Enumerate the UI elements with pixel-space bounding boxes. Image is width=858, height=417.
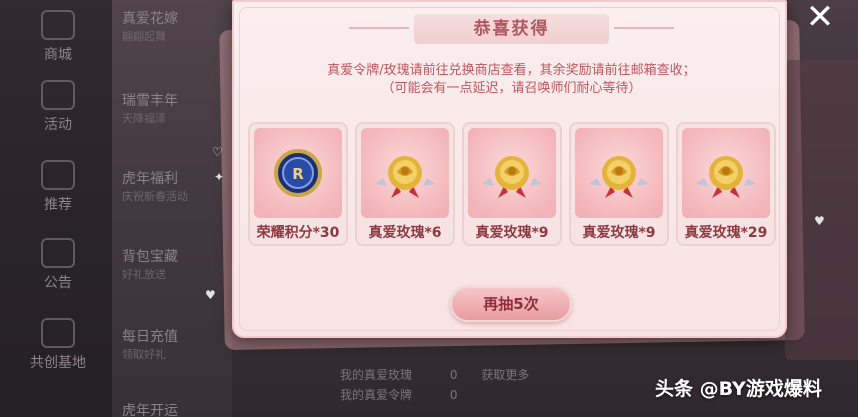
nav-item-co-create: 共创基地: [18, 318, 98, 372]
list-item: 每日充值 领取好礼: [122, 328, 227, 364]
bottom-row-label: 我的真爱令牌: [340, 388, 413, 402]
reward-list: R 荣耀积分*30 真爱玫瑰*6 真爱玫瑰*9 真爱玫瑰*9 真爱玫瑰*29: [248, 122, 778, 247]
list-item: 虎年开运: [122, 402, 227, 417]
heart-icon: ♡: [212, 145, 223, 159]
sparkle-icon: ✦: [214, 170, 225, 184]
nav-item-label: 推荐: [44, 197, 72, 213]
list-item-sub: 天降福泽: [122, 112, 166, 125]
reward-card[interactable]: 真爱玫瑰*29: [676, 122, 776, 246]
reward-art: [682, 128, 770, 218]
reward-notice: 真爱令牌/玫瑰请前往兑换商店查看，其余奖励请前往邮箱查收； （可能会有一点延迟，…: [254, 62, 769, 98]
reward-card[interactable]: 真爱玫瑰*9: [462, 122, 562, 246]
nav-item-label: 商城: [44, 47, 72, 63]
nav-item-recommend: 推荐: [18, 160, 98, 214]
list-item-title: 每日充值: [122, 329, 178, 345]
nav-item-notice: 公告: [18, 238, 98, 292]
reward-art: R: [254, 128, 342, 218]
golden-rose-icon: [589, 156, 649, 198]
draw-again-button[interactable]: 再抽5次: [450, 286, 572, 322]
list-item-sub: 好礼放送: [122, 268, 166, 281]
list-item-title: 虎年福利: [122, 171, 178, 187]
reward-card[interactable]: 真爱玫瑰*6: [355, 122, 455, 246]
co-create-icon: [41, 318, 75, 348]
bottom-count: 0: [449, 368, 458, 382]
list-item-title: 真爱花嫁: [122, 11, 178, 27]
reward-card[interactable]: R 荣耀积分*30: [248, 122, 348, 246]
honor-points-coin-icon: R: [274, 149, 322, 197]
background-activity-list: 真爱花嫁 翩翩起舞 瑞雪丰年 天降福泽 虎年福利 庆祝新春活动 背包宝藏 好礼放…: [112, 0, 232, 417]
nav-item-activity: 活动: [18, 80, 98, 134]
dialog-title-bar: 恭喜获得: [349, 14, 674, 44]
reward-label: 真爱玫瑰*9: [582, 225, 656, 241]
reward-label: 荣耀积分*30: [256, 225, 340, 241]
close-icon[interactable]: ✕: [800, 0, 840, 36]
notice-line: 真爱令牌/玫瑰请前往兑换商店查看，其余奖励请前往邮箱查收；: [327, 63, 696, 78]
list-item-sub: 翩翩起舞: [122, 30, 166, 43]
list-item: 瑞雪丰年 天降福泽: [122, 92, 227, 128]
list-item-title: 虎年开运: [122, 403, 178, 417]
bottom-row-label: 我的真爱玫瑰: [340, 368, 413, 382]
mall-icon: [41, 10, 75, 40]
list-item: 背包宝藏 好礼放送: [122, 248, 227, 284]
bottom-count: 0: [449, 388, 458, 402]
nav-item-label: 活动: [44, 117, 72, 133]
background-sidebar: 商城 活动 推荐 公告 共创基地: [0, 0, 112, 417]
background-right-panel: [785, 60, 858, 360]
reward-art: [361, 128, 449, 218]
reward-label: 真爱玫瑰*9: [475, 225, 549, 241]
list-item-title: 背包宝藏: [122, 249, 178, 265]
flame-icon: [41, 160, 75, 190]
list-item-title: 瑞雪丰年: [122, 93, 178, 109]
bottom-row: 我的真爱玫瑰 0 获取更多: [340, 366, 529, 383]
golden-rose-icon: [696, 156, 756, 198]
heart-icon: ♥: [814, 214, 825, 228]
nav-item-label: 公告: [44, 275, 72, 291]
svg-text:R: R: [292, 165, 304, 183]
reward-art: [468, 128, 556, 218]
gift-icon: [41, 80, 75, 110]
golden-rose-icon: [482, 156, 542, 198]
dialog-title: 恭喜获得: [473, 19, 550, 39]
get-more-link: 获取更多: [481, 368, 530, 382]
bottom-row: 我的真爱令牌 0: [340, 386, 457, 403]
list-item: 真爱花嫁 翩翩起舞: [122, 10, 227, 46]
notice-icon: [41, 238, 75, 268]
reward-label: 真爱玫瑰*6: [368, 225, 442, 241]
reward-label: 真爱玫瑰*29: [684, 225, 768, 241]
list-item: 虎年福利 庆祝新春活动: [122, 170, 227, 206]
nav-item-mall: 商城: [18, 10, 98, 64]
heart-icon: ♥: [205, 288, 216, 302]
list-item-sub: 庆祝新春活动: [122, 190, 188, 203]
nav-item-label: 共创基地: [30, 355, 86, 371]
notice-line: （可能会有一点延迟，请召唤师们耐心等待）: [381, 81, 642, 96]
list-item-sub: 领取好礼: [122, 348, 166, 361]
watermark: 头条 @BY游戏爆料: [655, 378, 822, 400]
reward-card[interactable]: 真爱玫瑰*9: [569, 122, 669, 246]
golden-rose-icon: [375, 156, 435, 198]
reward-art: [575, 128, 663, 218]
reward-dialog: 恭喜获得 真爱令牌/玫瑰请前往兑换商店查看，其余奖励请前往邮箱查收； （可能会有…: [232, 0, 787, 338]
